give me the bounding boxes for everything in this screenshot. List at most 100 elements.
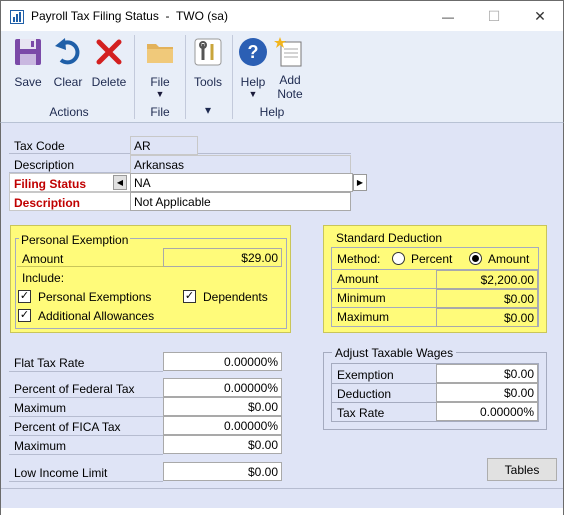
ribbon-separator [232, 35, 233, 119]
group-label-help: Help [259, 105, 285, 119]
chevron-down-icon: ▼ [155, 89, 165, 99]
tax-code-field: AR [130, 136, 198, 155]
percent-label: Percent [411, 252, 453, 266]
app-icon [10, 10, 24, 24]
tax-code-label: Tax Code [14, 139, 65, 153]
additional-allowances-label: Additional Allowances [38, 309, 155, 323]
personal-exemptions-label: Personal Exemptions [38, 290, 152, 304]
maximize-button[interactable]: ☐ [471, 1, 517, 32]
divider [332, 402, 436, 403]
divider [286, 238, 287, 328]
file-button[interactable]: File ▼ [141, 36, 179, 99]
sd-amount-field[interactable]: $2,200.00 [436, 270, 538, 289]
checkmark-icon: ✓ [184, 290, 195, 302]
close-icon: ✕ [534, 8, 546, 24]
checkmark-icon: ✓ [19, 290, 30, 302]
ribbon-separator [134, 35, 135, 119]
deduction-field[interactable]: $0.00 [436, 383, 538, 402]
help-icon: ? [239, 38, 267, 66]
sd-maximum-field[interactable]: $0.00 [436, 308, 538, 327]
method-label: Method: [337, 252, 381, 266]
folder-icon [147, 44, 173, 63]
add-note-button[interactable]: Add Note [271, 36, 309, 101]
sd-minimum-label: Minimum [337, 291, 386, 305]
max-federal-label: Maximum [14, 401, 67, 415]
minimize-button[interactable]: — [425, 1, 471, 32]
help-button[interactable]: ? Help ▼ [235, 36, 271, 99]
clear-button[interactable]: Clear [49, 36, 87, 89]
divider [17, 266, 163, 267]
help-label: Help [240, 75, 266, 89]
flat-tax-rate-field[interactable]: 0.00000% [163, 352, 282, 371]
divider [1, 488, 563, 489]
maximize-icon: ☐ [487, 8, 501, 24]
filing-description-field: Not Applicable [130, 192, 351, 211]
flat-tax-rate-label: Flat Tax Rate [14, 356, 85, 370]
tools-group-dropdown[interactable]: ▾ [189, 103, 227, 117]
minimize-icon: — [442, 9, 454, 24]
standard-deduction-title: Standard Deduction [336, 231, 443, 245]
pct-fica-label: Percent of FICA Tax [14, 420, 121, 434]
title-bar: Payroll Tax Filing Status - TWO (sa) — ☐… [0, 0, 564, 32]
pct-federal-label: Percent of Federal Tax [14, 382, 135, 396]
add-note-label-2: Note [277, 87, 303, 101]
pe-amount-field[interactable]: $29.00 [163, 248, 282, 267]
save-button[interactable]: Save [9, 36, 47, 89]
divider [9, 416, 163, 417]
filing-status-next-button[interactable]: ▶ [353, 174, 367, 191]
divider [15, 238, 16, 328]
percent-radio[interactable] [392, 252, 405, 265]
amount-option-label: Amount [488, 252, 530, 266]
tax-rate-field[interactable]: 0.00000% [436, 402, 538, 421]
divider [15, 328, 287, 329]
personal-exemption-title: Personal Exemption [19, 233, 131, 247]
tools-button[interactable]: Tools [189, 36, 227, 89]
dependents-checkbox[interactable]: ✓ [183, 290, 196, 303]
description-label: Description [14, 158, 75, 172]
filing-status-field[interactable]: NA [130, 173, 353, 192]
delete-button[interactable]: Delete [89, 36, 129, 89]
exemption-label: Exemption [337, 368, 394, 382]
sd-maximum-label: Maximum [337, 310, 390, 324]
exemption-field[interactable]: $0.00 [436, 364, 538, 383]
dependents-label: Dependents [203, 290, 268, 304]
personal-exemptions-checkbox[interactable]: ✓ [18, 290, 31, 303]
note-icon [274, 37, 302, 67]
pe-amount-label: Amount [22, 252, 64, 266]
description-field: Arkansas [130, 155, 351, 174]
divider [332, 383, 436, 384]
divider [9, 397, 163, 398]
sd-amount-label: Amount [337, 272, 379, 286]
include-label: Include: [22, 271, 65, 285]
divider [9, 435, 163, 436]
divider [9, 481, 163, 482]
chevron-down-icon: ▼ [248, 89, 258, 99]
tables-button[interactable]: Tables [487, 458, 557, 481]
checkmark-icon: ✓ [19, 309, 30, 321]
low-income-limit-label: Low Income Limit [14, 466, 108, 480]
pct-federal-field[interactable]: 0.00000% [163, 378, 282, 397]
amount-radio[interactable] [469, 252, 482, 265]
divider [332, 288, 436, 289]
filing-status-prev-button[interactable]: ◀ [113, 175, 127, 190]
tax-rate-label: Tax Rate [337, 406, 385, 420]
tools-label: Tools [193, 75, 222, 89]
chevron-left-icon: ◀ [116, 178, 124, 187]
save-label: Save [14, 75, 42, 89]
window-title: Payroll Tax Filing Status - TWO (sa) [31, 9, 228, 23]
max-fica-field[interactable]: $0.00 [163, 435, 282, 454]
sd-minimum-field[interactable]: $0.00 [436, 289, 538, 308]
max-federal-field[interactable]: $0.00 [163, 397, 282, 416]
delete-label: Delete [91, 75, 127, 89]
max-fica-label: Maximum [14, 439, 67, 453]
divider [9, 454, 163, 455]
low-income-limit-field[interactable]: $0.00 [163, 462, 282, 481]
additional-allowances-checkbox[interactable]: ✓ [18, 309, 31, 322]
ribbon-toolbar: Save Clear Delete Actions File ▼ File To… [0, 31, 564, 123]
add-note-label-1: Add [279, 73, 301, 87]
group-label-actions: Actions [49, 105, 89, 119]
pct-fica-field[interactable]: 0.00000% [163, 416, 282, 435]
filing-status-label: Filing Status [14, 177, 86, 191]
close-button[interactable]: ✕ [517, 1, 563, 32]
group-label-file: File [150, 105, 170, 119]
